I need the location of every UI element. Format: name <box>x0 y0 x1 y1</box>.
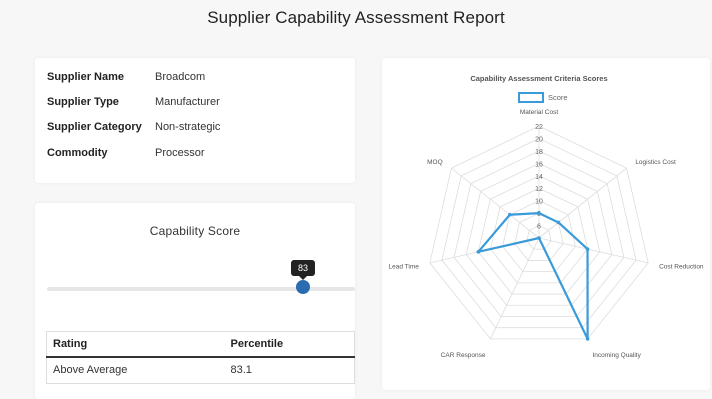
tick-label: 20 <box>535 136 543 143</box>
rating-cell: Above Average <box>53 364 128 377</box>
percentile-cell: 83.1 <box>230 364 252 377</box>
tick-label: 10 <box>535 199 543 206</box>
tick-label: 18 <box>535 149 543 156</box>
score-tooltip: 83 <box>291 260 315 280</box>
series-point <box>508 212 512 217</box>
score-slider-thumb[interactable] <box>297 281 309 293</box>
supplier-name-label: Supplier Name <box>47 71 125 83</box>
supplier-name-value: Broadcom <box>155 71 206 83</box>
table-row: Above Average 83.1 <box>47 357 355 383</box>
series-point <box>585 247 590 251</box>
rating-header: Rating <box>46 331 225 358</box>
series-point <box>476 250 481 254</box>
legend-swatch <box>518 92 544 103</box>
percentile-header: Percentile <box>224 331 355 358</box>
legend-label: Score <box>548 93 568 102</box>
category-label: Cost Reduction <box>659 263 704 270</box>
category-label: CAR Response <box>441 352 486 359</box>
category-label: Incoming Quality <box>592 352 641 359</box>
tick-label: 14 <box>535 174 543 181</box>
commodity-label: Commodity <box>47 147 108 159</box>
category-label: Logistics Cost <box>635 159 676 166</box>
table-header-row: Rating Percentile <box>46 331 355 358</box>
series-point <box>537 236 541 240</box>
grid-spoke <box>490 237 540 340</box>
category-label: Material Cost <box>520 109 558 116</box>
tick-label: 6 <box>537 224 541 231</box>
supplier-type-value: Manufacturer <box>155 96 220 108</box>
series-point <box>585 337 590 341</box>
tick-label: 22 <box>535 124 543 131</box>
tick-label: 12 <box>535 186 543 193</box>
category-label: Lead Time <box>389 263 420 270</box>
commodity-value: Processor <box>155 147 205 159</box>
radar-chart-card: Capability Assessment Criteria Scores Sco… <box>382 58 710 390</box>
capability-score-title: Capability Score <box>149 224 241 238</box>
page-title: Supplier Capability Assessment Report <box>207 8 505 27</box>
supplier-type-label: Supplier Type <box>47 96 119 108</box>
capability-score-card: Capability Score 83 Rating Percentile Ab… <box>35 203 355 399</box>
series-point <box>556 220 561 225</box>
rating-table: Rating Percentile Above Average 83.1 <box>46 331 355 384</box>
series-line <box>477 212 589 341</box>
radar-chart: Capability Assessment Criteria Scores Sco… <box>389 74 704 359</box>
supplier-category-value: Non-strategic <box>155 121 221 133</box>
category-label: MOQ <box>427 159 443 166</box>
series-point <box>537 211 541 215</box>
supplier-category-label: Supplier Category <box>47 121 142 133</box>
tick-label: 16 <box>535 161 543 168</box>
supplier-info-card: Supplier Name Broadcom Supplier Type Man… <box>35 58 355 183</box>
chart-title: Capability Assessment Criteria Scores <box>470 74 607 83</box>
